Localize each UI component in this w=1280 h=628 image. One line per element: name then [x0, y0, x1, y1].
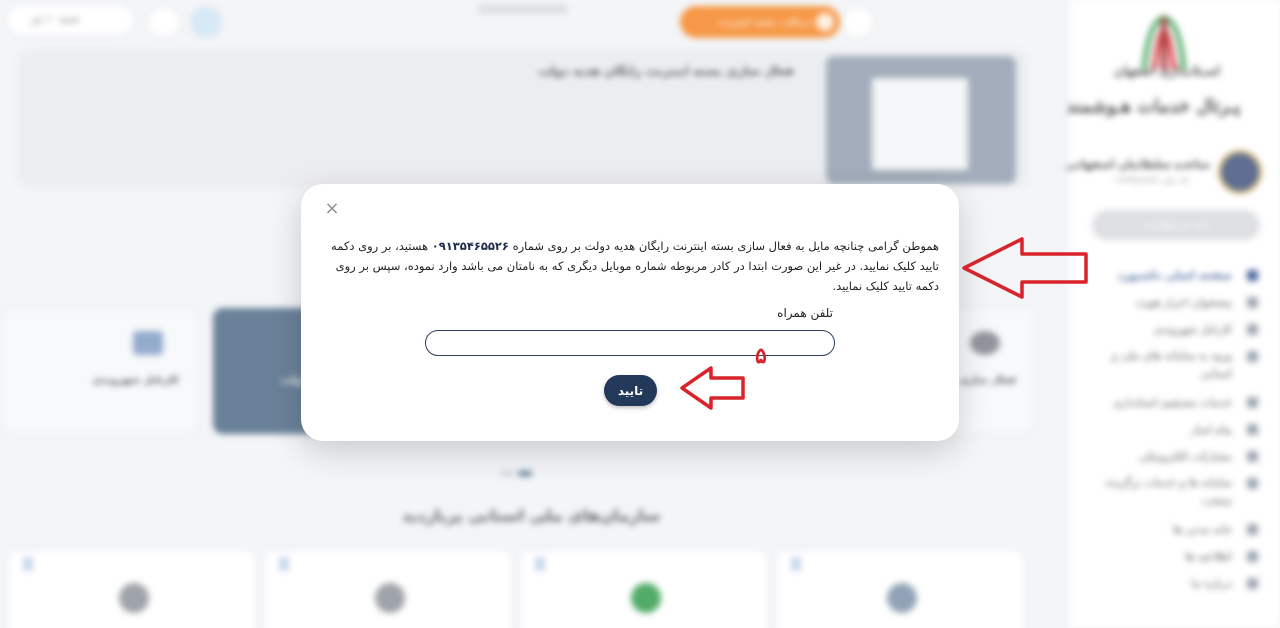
mobile-field-label: تلفن همراه — [777, 306, 833, 320]
annotation-step-number: ۵ — [755, 343, 767, 369]
confirm-button[interactable]: تایید — [604, 375, 657, 406]
close-icon[interactable]: × — [321, 198, 343, 220]
message-text-start: هموطن گرامی چنانچه مایل به فعال سازی بست… — [508, 239, 939, 253]
annotation-arrow-icon — [680, 366, 745, 410]
annotation-arrow-icon — [962, 237, 1088, 299]
dialog-message: هموطن گرامی چنانچه مایل به فعال سازی بست… — [315, 236, 939, 296]
confirm-phone-dialog: × هموطن گرامی چنانچه مایل به فعال سازی ب… — [301, 184, 959, 441]
phone-number: ۰۹۱۳۵۴۶۵۵۲۶ — [431, 239, 509, 253]
mobile-phone-input[interactable] — [425, 330, 835, 356]
